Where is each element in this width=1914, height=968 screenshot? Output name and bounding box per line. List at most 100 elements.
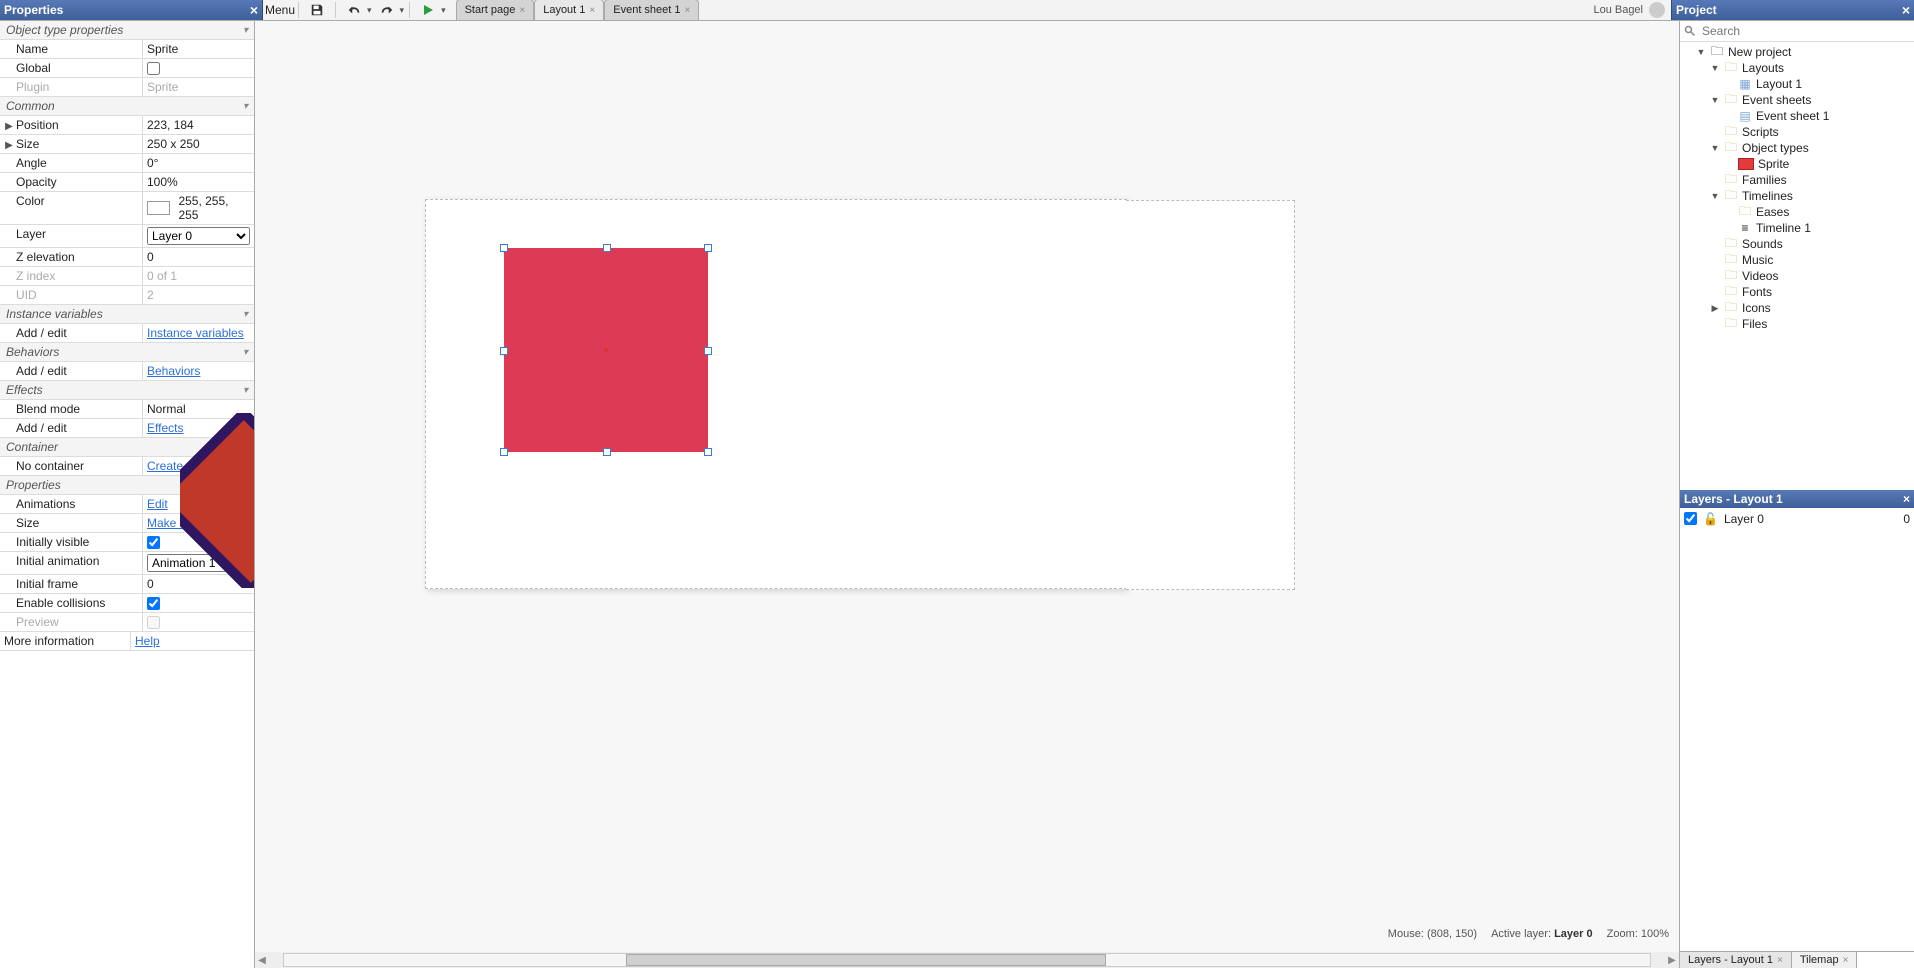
layout-frame[interactable] — [425, 199, 1127, 589]
save-button[interactable] — [304, 0, 330, 20]
tree-event-sheets[interactable]: 🗀 Event sheets — [1682, 92, 1912, 108]
properties-panel-close-icon[interactable]: × — [250, 3, 258, 17]
help-link[interactable]: Help — [135, 634, 160, 648]
resize-handle-tl[interactable] — [500, 244, 508, 252]
tree-layouts[interactable]: 🗀 Layouts — [1682, 60, 1912, 76]
tree-sprite[interactable]: Sprite — [1682, 156, 1912, 172]
color-swatch[interactable] — [147, 201, 170, 215]
prop-opacity-value[interactable]: 100% — [143, 173, 254, 191]
collapse-icon[interactable]: ▾ — [243, 101, 248, 112]
resize-handle-ml[interactable] — [500, 347, 508, 355]
tree-twisty-icon[interactable] — [1710, 191, 1720, 201]
tree-music[interactable]: 🗀 Music — [1682, 252, 1912, 268]
initially-visible-checkbox[interactable] — [147, 536, 160, 549]
edit-animations-link[interactable]: Edit — [147, 497, 168, 511]
tree-twisty-icon[interactable] — [1710, 95, 1720, 105]
scroll-left-arrow-icon[interactable]: ◀ — [255, 955, 269, 966]
scroll-right-arrow-icon[interactable]: ▶ — [1665, 955, 1679, 966]
section-common[interactable]: Common ▾ — [0, 97, 254, 116]
scrollbar-track[interactable] — [283, 953, 1651, 967]
resize-handle-bl[interactable] — [500, 448, 508, 456]
tree-twisty-icon[interactable] — [1710, 303, 1720, 314]
tree-files[interactable]: 🗀 Files — [1682, 316, 1912, 332]
effects-link[interactable]: Effects — [147, 421, 183, 435]
resize-handle-tr[interactable] — [704, 244, 712, 252]
expand-icon[interactable]: ▶ — [4, 121, 14, 132]
prop-angle-value[interactable]: 0° — [143, 154, 254, 172]
tree-icons[interactable]: 🗀 Icons — [1682, 300, 1912, 316]
make-one-to-one-link[interactable]: Make 1:1 — [147, 516, 196, 530]
tree-layout-1[interactable]: ▦ Layout 1 — [1682, 76, 1912, 92]
section-object-type[interactable]: Object type properties ▾ — [0, 21, 254, 40]
play-button[interactable] — [415, 0, 441, 20]
behaviors-link[interactable]: Behaviors — [147, 364, 200, 378]
tab-start-page[interactable]: Start page × — [456, 0, 535, 20]
resize-handle-mr[interactable] — [704, 347, 712, 355]
resize-handle-bm[interactable] — [603, 448, 611, 456]
initial-animation-select[interactable]: Animation 1 — [147, 554, 250, 572]
tree-scripts[interactable]: 🗀 Scripts — [1682, 124, 1912, 140]
undo-dropdown-caret-icon[interactable]: ▾ — [367, 5, 372, 16]
collapse-icon[interactable]: ▾ — [243, 347, 248, 358]
prop-size-value[interactable]: 250 x 250 — [143, 135, 254, 153]
user-name[interactable]: Lou Bagel — [1593, 4, 1643, 16]
expand-icon[interactable]: ▶ — [4, 140, 14, 151]
prop-blend-value[interactable]: Normal — [143, 400, 254, 418]
section-behaviors[interactable]: Behaviors ▾ — [0, 343, 254, 362]
tree-timelines[interactable]: 🗀 Timelines — [1682, 188, 1912, 204]
layer-visible-checkbox[interactable] — [1684, 512, 1697, 525]
project-search-input[interactable] — [1700, 23, 1910, 39]
layout-canvas[interactable]: Mouse: (808, 150) Active layer: Layer 0 … — [255, 21, 1679, 968]
collapse-icon[interactable]: ▾ — [243, 385, 248, 396]
create-container-link[interactable]: Create — [147, 459, 183, 473]
section-instance-variables[interactable]: Instance variables ▾ — [0, 305, 254, 324]
tab-layout-1[interactable]: Layout 1 × — [534, 0, 604, 20]
tree-fonts[interactable]: 🗀 Fonts — [1682, 284, 1912, 300]
instance-variables-link[interactable]: Instance variables — [147, 326, 244, 340]
redo-button[interactable] — [374, 0, 400, 20]
tree-event-sheet-1[interactable]: ▤ Event sheet 1 — [1682, 108, 1912, 124]
horizontal-scrollbar[interactable]: ◀ ▶ — [255, 952, 1679, 968]
tab-close-icon[interactable]: × — [589, 5, 595, 16]
tree-twisty-icon[interactable] — [1710, 143, 1720, 153]
section-effects[interactable]: Effects ▾ — [0, 381, 254, 400]
tree-root[interactable]: 🗀 New project — [1682, 44, 1912, 60]
section-container[interactable]: Container ▾ — [0, 438, 254, 457]
project-panel-close-icon[interactable]: × — [1902, 2, 1910, 18]
prop-zelev-value[interactable]: 0 — [143, 248, 254, 266]
resize-handle-br[interactable] — [704, 448, 712, 456]
redo-dropdown-caret-icon[interactable]: ▾ — [400, 5, 405, 16]
tab-close-icon[interactable]: × — [1843, 955, 1849, 966]
section-properties[interactable]: Properties ▾ — [0, 476, 254, 495]
tree-videos[interactable]: 🗀 Videos — [1682, 268, 1912, 284]
tree-timeline-1[interactable]: ≡ Timeline 1 — [1682, 220, 1912, 236]
sprite-instance[interactable] — [504, 248, 708, 452]
collapse-icon[interactable]: ▾ — [243, 442, 248, 453]
layer-row[interactable]: 🔓 Layer 0 0 — [1684, 510, 1910, 528]
tree-twisty-icon[interactable] — [1696, 47, 1706, 57]
prop-color-value[interactable]: 255, 255, 255 — [143, 192, 254, 224]
layers-panel-close-icon[interactable]: × — [1903, 492, 1910, 506]
collapse-icon[interactable]: ▾ — [243, 309, 248, 320]
prop-initframe-value[interactable]: 0 — [143, 575, 254, 593]
bottom-tab-layers[interactable]: Layers - Layout 1 × — [1680, 952, 1792, 968]
prop-name-value[interactable]: Sprite — [143, 40, 254, 58]
resize-handle-tm[interactable] — [603, 244, 611, 252]
collapse-icon[interactable]: ▾ — [243, 480, 248, 491]
tab-event-sheet-1[interactable]: Event sheet 1 × — [604, 0, 699, 20]
prop-layer-select[interactable]: Layer 0 — [147, 227, 250, 245]
tab-close-icon[interactable]: × — [1777, 955, 1783, 966]
tree-eases[interactable]: 🗀 Eases — [1682, 204, 1912, 220]
project-tree[interactable]: 🗀 New project 🗀 Layouts ▦ Layout 1 🗀 Eve… — [1680, 42, 1914, 490]
prop-position-value[interactable]: 223, 184 — [143, 116, 254, 134]
user-avatar[interactable] — [1649, 2, 1665, 18]
enable-collisions-checkbox[interactable] — [147, 597, 160, 610]
tab-close-icon[interactable]: × — [685, 5, 691, 16]
bottom-tab-tilemap[interactable]: Tilemap × — [1792, 952, 1858, 968]
tab-close-icon[interactable]: × — [519, 5, 525, 16]
collapse-icon[interactable]: ▾ — [243, 25, 248, 36]
prop-global-checkbox[interactable] — [147, 62, 160, 75]
tree-sounds[interactable]: 🗀 Sounds — [1682, 236, 1912, 252]
play-dropdown-caret-icon[interactable]: ▾ — [441, 5, 446, 16]
tree-object-types[interactable]: 🗀 Object types — [1682, 140, 1912, 156]
